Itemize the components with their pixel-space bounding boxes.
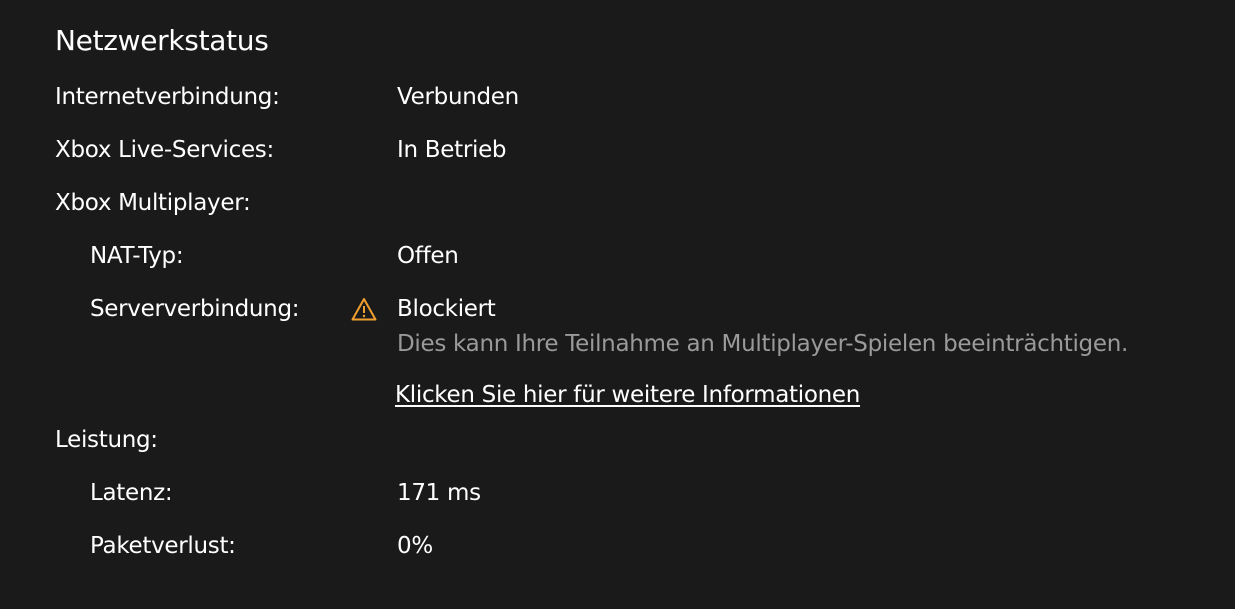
xbox-live-services-value: In Betrieb [397,137,507,163]
nat-type-label: NAT-Typ: [90,243,184,269]
latency-label: Latenz: [90,480,173,506]
xbox-multiplayer-label: Xbox Multiplayer: [55,190,251,216]
packet-loss-label: Paketverlust: [90,533,236,559]
nat-type-value: Offen [397,243,459,269]
more-info-link[interactable]: Klicken Sie hier für weitere Information… [395,379,860,411]
network-status-panel: Netzwerkstatus Internetverbindung: Verbu… [0,0,1235,609]
packet-loss-value: 0% [397,533,433,559]
server-connection-value: Blockiert [397,296,496,322]
xbox-live-services-label: Xbox Live-Services: [55,137,274,163]
server-connection-label: Serververbindung: [90,296,300,322]
warning-icon [351,298,377,321]
latency-value: 171 ms [397,480,481,506]
server-connection-note: Dies kann Ihre Teilnahme an Multiplayer-… [397,331,1128,357]
performance-label: Leistung: [55,427,158,453]
internet-connection-label: Internetverbindung: [55,84,280,110]
internet-connection-value: Verbunden [397,84,519,110]
page-title: Netzwerkstatus [55,24,269,57]
